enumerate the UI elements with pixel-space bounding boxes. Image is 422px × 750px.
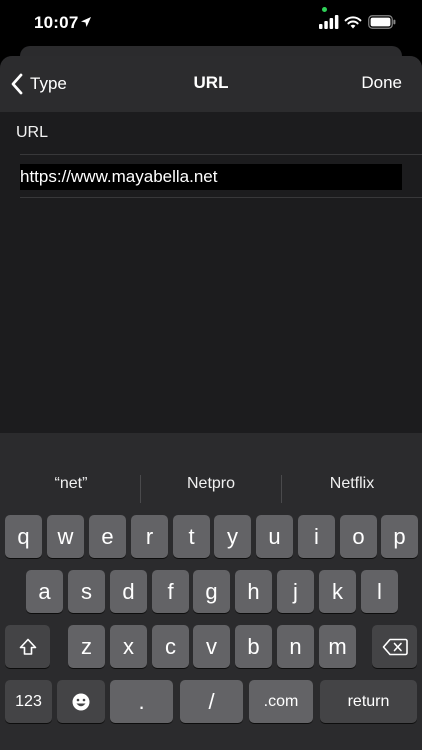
status-time: 10:07 (34, 13, 79, 32)
navigation-bar: Type URL Done (0, 56, 422, 112)
dot-key[interactable]: . (110, 680, 173, 723)
key-n[interactable]: n (277, 625, 314, 668)
key-a[interactable]: a (26, 570, 63, 613)
key-o[interactable]: o (340, 515, 377, 558)
return-key[interactable]: return (320, 680, 417, 723)
location-arrow-icon (81, 17, 91, 27)
key-q[interactable]: q (5, 515, 42, 558)
delete-icon (382, 638, 408, 655)
url-input[interactable] (20, 164, 402, 190)
key-j[interactable]: j (277, 570, 314, 613)
signal-icon (319, 15, 339, 29)
delete-key[interactable] (372, 625, 417, 668)
shift-key[interactable] (5, 625, 50, 668)
done-button[interactable]: Done (361, 73, 402, 93)
key-e[interactable]: e (89, 515, 126, 558)
key-c[interactable]: c (152, 625, 189, 668)
key-m[interactable]: m (319, 625, 356, 668)
key-v[interactable]: v (193, 625, 230, 668)
emoji-key[interactable] (57, 680, 105, 723)
key-z[interactable]: z (68, 625, 105, 668)
dotcom-key[interactable]: .com (249, 680, 313, 723)
keyboard: “net” Netpro Netflix q w e r t y u i o p… (0, 433, 422, 750)
emoji-icon (72, 693, 90, 710)
page-title: URL (193, 73, 229, 92)
wifi-icon (344, 16, 362, 29)
key-r[interactable]: r (131, 515, 168, 558)
suggestion-1[interactable]: “net” (1, 475, 141, 493)
key-i[interactable]: i (298, 515, 335, 558)
key-b[interactable]: b (235, 625, 272, 668)
key-k[interactable]: k (319, 570, 356, 613)
key-x[interactable]: x (110, 625, 147, 668)
key-w[interactable]: w (47, 515, 84, 558)
key-g[interactable]: g (193, 570, 230, 613)
url-field-label: URL (16, 124, 49, 141)
key-y[interactable]: y (214, 515, 251, 558)
key-l[interactable]: l (361, 570, 398, 613)
suggestion-bar: “net” Netpro Netflix (0, 461, 422, 515)
key-h[interactable]: h (235, 570, 272, 613)
divider (20, 154, 422, 155)
numbers-key[interactable]: 123 (5, 680, 52, 723)
key-f[interactable]: f (152, 570, 189, 613)
suggestion-3[interactable]: Netflix (282, 475, 422, 493)
key-u[interactable]: u (256, 515, 293, 558)
divider (20, 197, 422, 198)
status-bar: 10:07 (0, 0, 422, 46)
slash-key[interactable]: / (180, 680, 243, 723)
battery-icon (368, 15, 396, 29)
key-t[interactable]: t (173, 515, 210, 558)
key-d[interactable]: d (110, 570, 147, 613)
key-s[interactable]: s (68, 570, 105, 613)
suggestion-2[interactable]: Netpro (141, 475, 281, 493)
camera-indicator-dot (322, 7, 327, 12)
shift-icon (19, 638, 36, 655)
key-p[interactable]: p (381, 515, 418, 558)
